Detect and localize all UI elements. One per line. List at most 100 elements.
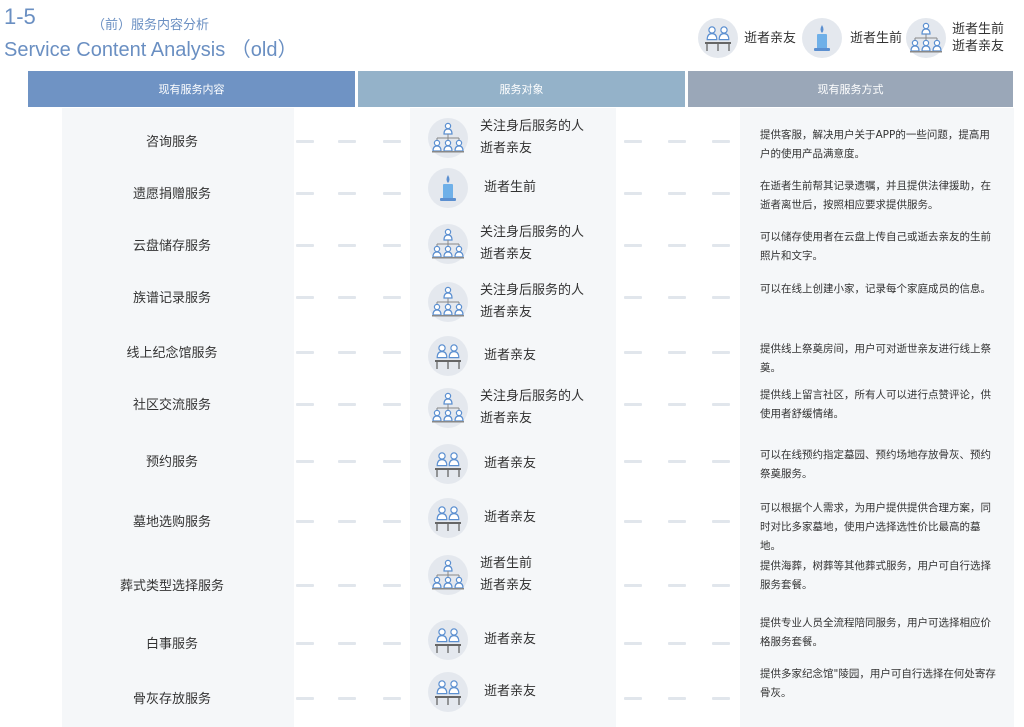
connector-dash (668, 697, 686, 700)
connector-dash (383, 584, 401, 587)
service-name: 白事服务 (145, 637, 198, 652)
org-tree-icon (428, 555, 468, 595)
service-mode-text: 可以根据个人需求，为用户提供提供合理方案，同时对比多家墓地，使用户选择选性价比最… (760, 502, 991, 552)
connector-dash (338, 296, 356, 299)
audience-line: 逝者亲友 (480, 578, 533, 593)
legend-label: 逝者生前 (850, 30, 903, 46)
connector-dash (296, 697, 314, 700)
family-group-icon (428, 620, 468, 660)
candle-icon (802, 18, 842, 58)
connector-dash (712, 351, 730, 354)
connector-dash (712, 697, 730, 700)
audience-label: 逝者亲友 (484, 681, 536, 703)
audience-label: 逝者亲友 (484, 345, 536, 367)
audience-line: 逝者亲友 (480, 411, 533, 426)
connector-dash (383, 192, 401, 195)
connector-dash (668, 460, 686, 463)
connector-dash (668, 140, 686, 143)
service-mode-text: 提供海葬，树葬等其他葬式服务，用户可自行选择服务套餐。 (760, 560, 991, 591)
connector-dash (338, 697, 356, 700)
connector-dash (624, 296, 642, 299)
legend-item-family: 逝者亲友 (698, 18, 796, 58)
connector-dash (338, 460, 356, 463)
section-number: 1-5 (4, 4, 36, 29)
audience-label: 关注身后服务的人 逝者亲友 (480, 222, 584, 266)
connector-dash (624, 140, 642, 143)
connector-dash (296, 460, 314, 463)
service-mode-text: 可以在线预约指定墓园、预约场地存放骨灰、预约祭奠服务。 (760, 449, 991, 480)
column-header-mode: 现有服务方式 (688, 71, 1013, 107)
connector-dash (668, 351, 686, 354)
connector-dash (624, 520, 642, 523)
connector-dash (338, 244, 356, 247)
audience-line: 关注身后服务的人 (480, 119, 585, 134)
audience-label: 逝者亲友 (484, 629, 536, 651)
connector-dash (338, 584, 356, 587)
column-header-audience: 服务对象 (358, 71, 685, 107)
service-mode-text: 提供多家纪念馆"陵园，用户可自行选择在何处寄存骨灰。 (760, 668, 996, 699)
connector-dash (712, 520, 730, 523)
connector-dash (296, 192, 314, 195)
family-group-icon (428, 498, 468, 538)
org-tree-icon (428, 118, 468, 158)
service-mode-text: 提供客服，解决用户关于APP的一些问题，提高用户的使用产品满意度。 (760, 129, 990, 160)
connector-dash (338, 140, 356, 143)
audience-line: 逝者亲友 (480, 247, 533, 262)
connector-dash (668, 244, 686, 247)
family-group-icon (428, 672, 468, 712)
connector-dash (383, 520, 401, 523)
family-group-icon (428, 336, 468, 376)
connector-dash (383, 296, 401, 299)
service-name: 社区交流服务 (132, 398, 211, 413)
audience-line: 逝者亲友 (484, 632, 537, 647)
audience-label: 关注身后服务的人 逝者亲友 (480, 280, 584, 324)
org-tree-icon (906, 18, 946, 58)
connector-dash (712, 244, 730, 247)
connector-dash (624, 351, 642, 354)
connector-dash (624, 584, 642, 587)
audience-label: 逝者生前 (484, 177, 536, 199)
audience-line: 逝者亲友 (480, 305, 533, 320)
connector-dash (712, 296, 730, 299)
page-title: Service Content Analysis （old） (4, 39, 298, 61)
connector-dash (383, 697, 401, 700)
audience-label: 逝者生前 逝者亲友 (480, 553, 532, 597)
audience-line: 关注身后服务的人 (480, 389, 585, 404)
connector-dash (624, 403, 642, 406)
service-name: 预约服务 (145, 455, 198, 470)
connector-dash (668, 584, 686, 587)
connector-dash (712, 140, 730, 143)
service-name: 葬式类型选择服务 (119, 579, 224, 594)
service-mode-text: 可以在线上创建小家，记录每个家庭成员的信息。 (760, 283, 991, 295)
connector-dash (624, 642, 642, 645)
legend-label-line: 逝者生前 (952, 22, 1005, 37)
family-group-icon (428, 444, 468, 484)
connector-dash (296, 642, 314, 645)
connector-dash (296, 520, 314, 523)
connector-dash (338, 192, 356, 195)
connector-dash (712, 584, 730, 587)
connector-dash (383, 403, 401, 406)
connector-dash (712, 460, 730, 463)
org-tree-icon (428, 282, 468, 322)
connector-dash (624, 460, 642, 463)
connector-dash (668, 642, 686, 645)
org-tree-icon (428, 388, 468, 428)
connector-dash (668, 403, 686, 406)
service-name: 云盘储存服务 (132, 239, 211, 254)
connector-dash (712, 642, 730, 645)
connector-dash (712, 403, 730, 406)
connector-dash (668, 296, 686, 299)
connector-dash (296, 296, 314, 299)
connector-dash (338, 351, 356, 354)
service-mode-text: 提供专业人员全流程陪同服务，用户可选择相应价格服务套餐。 (760, 617, 991, 648)
connector-dash (338, 403, 356, 406)
audience-line: 逝者亲友 (484, 456, 537, 471)
service-name: 骨灰存放服务 (132, 692, 211, 707)
service-name: 线上纪念馆服务 (126, 346, 218, 361)
legend-label-line: 逝者亲友 (952, 39, 1005, 54)
column-header-content: 现有服务内容 (28, 71, 355, 107)
audience-line: 逝者生前 (480, 556, 533, 571)
connector-dash (712, 192, 730, 195)
connector-dash (383, 642, 401, 645)
